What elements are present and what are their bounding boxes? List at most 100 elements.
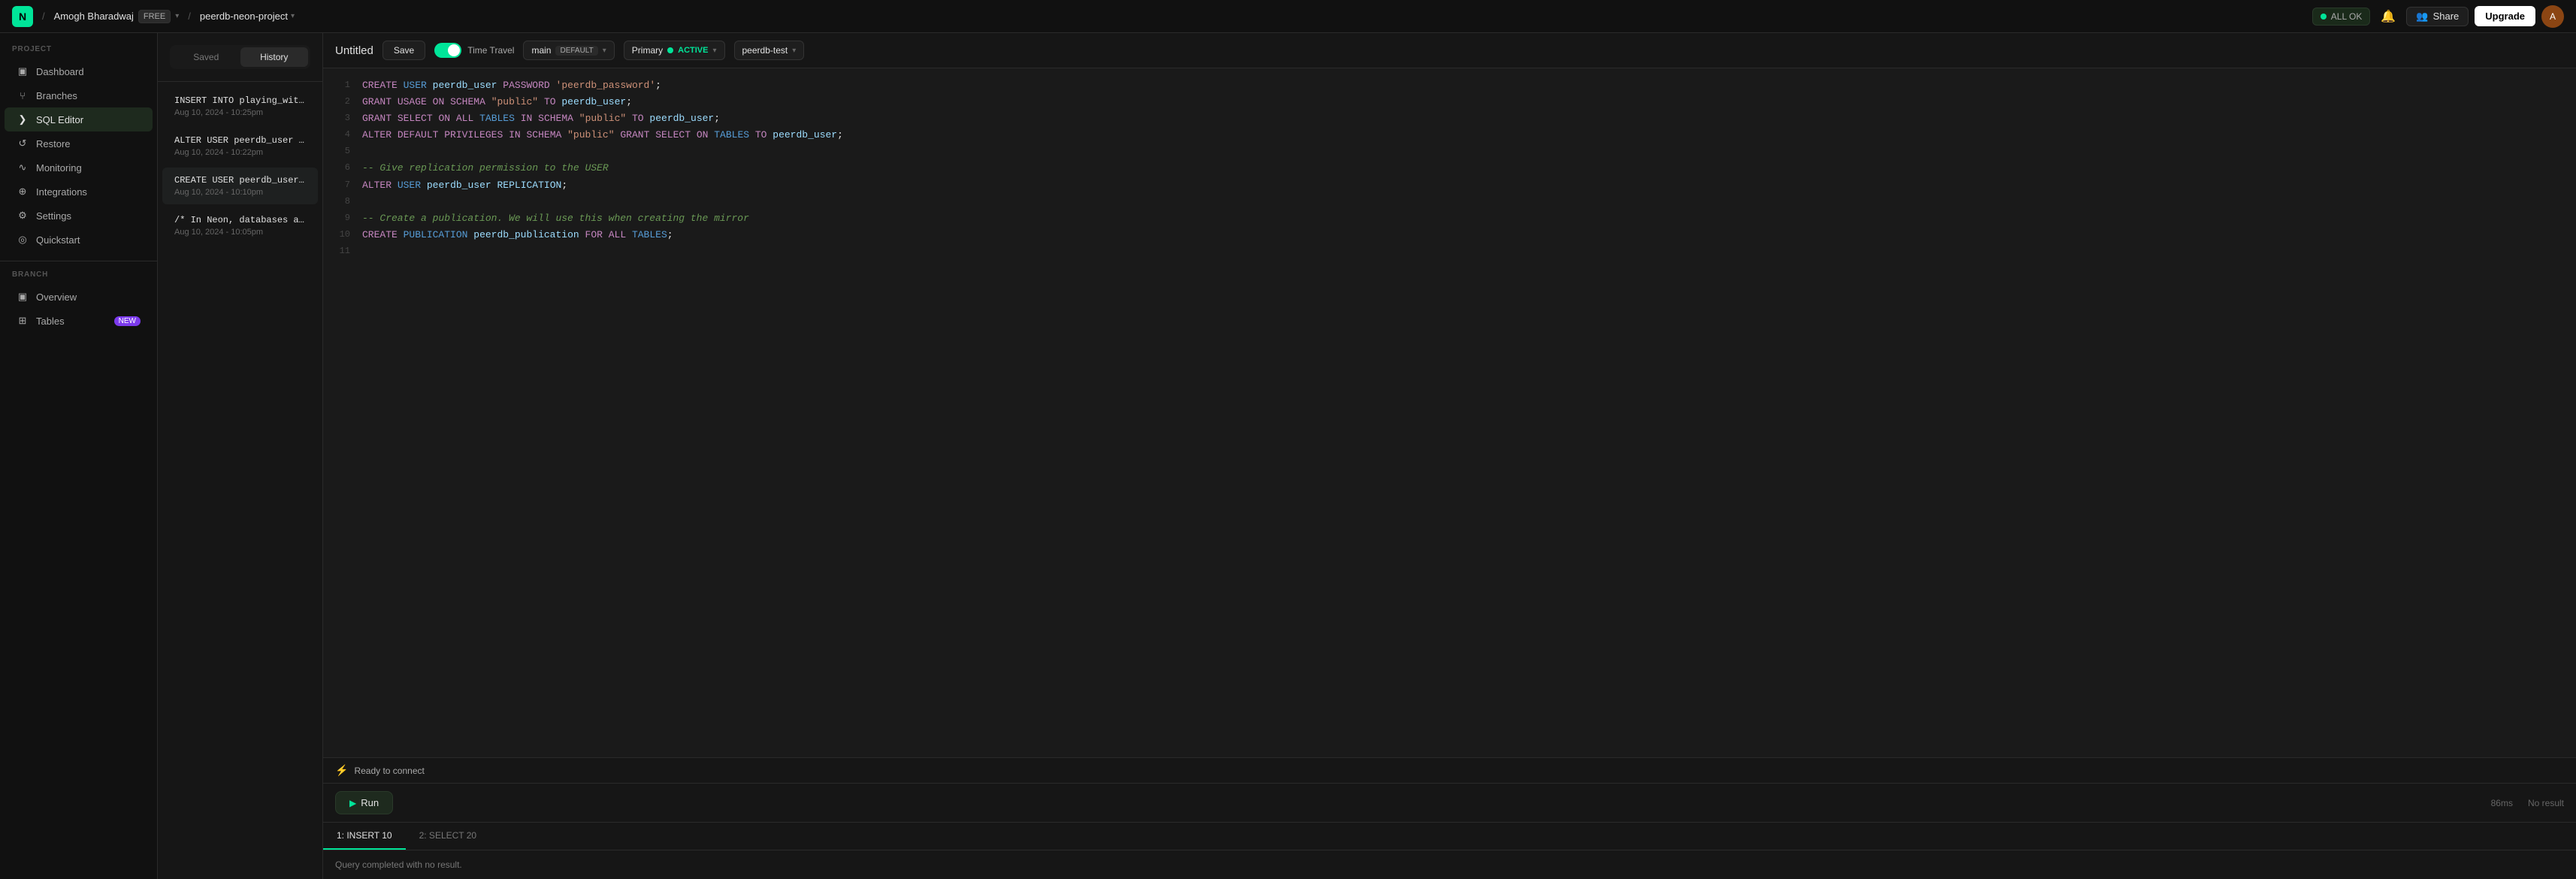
sidebar-item-tables[interactable]: ⊞ Tables NEW [5, 309, 153, 333]
database-chevron-icon: ▾ [792, 47, 796, 55]
save-button[interactable]: Save [382, 41, 425, 60]
code-content [362, 194, 2564, 210]
sidebar-item-label: Quickstart [36, 234, 80, 246]
code-line: 2 GRANT USAGE ON SCHEMA "public" TO peer… [323, 94, 2576, 110]
result-tabs: 1: INSERT 10 2: SELECT 20 Query complete… [323, 822, 2576, 879]
sidebar-item-quickstart[interactable]: ◎ Quickstart [5, 228, 153, 252]
sidebar-item-settings[interactable]: ⚙ Settings [5, 204, 153, 228]
code-line: 5 [323, 143, 2576, 160]
database-selector[interactable]: peerdb-test ▾ [734, 41, 805, 60]
compute-selector[interactable]: Primary ACTIVE ▾ [624, 41, 725, 60]
run-button[interactable]: ▶ Run [335, 791, 393, 814]
line-number: 9 [335, 210, 350, 227]
line-number: 11 [335, 243, 350, 260]
code-line: 6 -- Give replication permission to the … [323, 160, 2576, 177]
time-travel-switch[interactable] [434, 43, 461, 58]
sidebar-item-restore[interactable]: ↺ Restore [5, 131, 153, 156]
branch-section-label: BRANCH [0, 270, 157, 285]
sidebar-item-label: Monitoring [36, 162, 82, 174]
time-travel-label: Time Travel [467, 45, 514, 56]
result-tabs-header: 1: INSERT 10 2: SELECT 20 [323, 823, 2576, 850]
status-bar: ⚡ Ready to connect [323, 757, 2576, 783]
history-item-title: INSERT INTO playing_wit... [174, 95, 306, 106]
project-selector[interactable]: peerdb-neon-project ▾ [200, 11, 295, 22]
code-content: GRANT SELECT ON ALL TABLES IN SCHEMA "pu… [362, 110, 2564, 127]
user-plan-badge: FREE [138, 10, 171, 23]
line-number: 10 [335, 227, 350, 243]
main-editor: Untitled Save Time Travel main DEFAULT ▾… [323, 33, 2576, 879]
sidebar-item-monitoring[interactable]: ∿ Monitoring [5, 156, 153, 180]
run-panel: ▶ Run 86ms No result [323, 783, 2576, 822]
history-item-title: CREATE USER peerdb_user... [174, 175, 306, 186]
compute-name: Primary [632, 45, 663, 56]
sql-editor-icon: ❯ [17, 113, 29, 125]
sidebar-item-label: SQL Editor [36, 114, 83, 125]
sidebar: PROJECT ▣ Dashboard ⑂ Branches ❯ SQL Edi… [0, 33, 158, 879]
result-tab-select[interactable]: 2: SELECT 20 [406, 823, 491, 850]
sidebar-item-label: Overview [36, 291, 77, 303]
history-items: INSERT INTO playing_wit... Aug 10, 2024 … [158, 82, 322, 879]
dashboard-icon: ▣ [17, 65, 29, 77]
line-number: 5 [335, 143, 350, 160]
code-content: ALTER DEFAULT PRIVILEGES IN SCHEMA "publ… [362, 127, 2564, 143]
code-line: 3 GRANT SELECT ON ALL TABLES IN SCHEMA "… [323, 110, 2576, 127]
compute-active-dot [667, 47, 673, 53]
sidebar-item-label: Dashboard [36, 66, 84, 77]
code-content [362, 143, 2564, 160]
sidebar-item-dashboard[interactable]: ▣ Dashboard [5, 59, 153, 83]
run-time: 86ms [2491, 798, 2513, 808]
share-button[interactable]: 👥 Share [2406, 7, 2469, 26]
history-item[interactable]: /* In Neon, databases a... Aug 10, 2024 … [162, 207, 318, 244]
query-result-text: Query completed with no result. [335, 859, 462, 870]
sidebar-item-label: Branches [36, 90, 77, 101]
tab-history[interactable]: History [240, 47, 309, 67]
tab-saved[interactable]: Saved [172, 47, 240, 67]
sidebar-item-overview[interactable]: ▣ Overview [5, 285, 153, 309]
line-number: 2 [335, 94, 350, 110]
user-chevron-icon: ▾ [175, 12, 179, 20]
history-item-date: Aug 10, 2024 - 10:10pm [174, 188, 306, 197]
code-editor[interactable]: 1 CREATE USER peerdb_user PASSWORD 'peer… [323, 68, 2576, 757]
user-menu[interactable]: Amogh Bharadwaj FREE ▾ [54, 10, 180, 23]
tables-new-badge: NEW [114, 316, 141, 326]
monitoring-icon: ∿ [17, 162, 29, 174]
history-item-title: ALTER USER peerdb_user ... [174, 135, 306, 146]
restore-icon: ↺ [17, 137, 29, 150]
line-number: 4 [335, 127, 350, 143]
code-line: 8 [323, 194, 2576, 210]
history-item[interactable]: ALTER USER peerdb_user ... Aug 10, 2024 … [162, 128, 318, 165]
sidebar-item-integrations[interactable]: ⊕ Integrations [5, 180, 153, 204]
notifications-button[interactable]: 🔔 [2376, 5, 2400, 29]
app-logo: N [12, 6, 33, 27]
code-line: 11 [323, 243, 2576, 260]
settings-icon: ⚙ [17, 210, 29, 222]
sidebar-item-branches[interactable]: ⑂ Branches [5, 83, 153, 107]
branches-icon: ⑂ [17, 89, 29, 101]
history-item[interactable]: INSERT INTO playing_wit... Aug 10, 2024 … [162, 88, 318, 125]
project-section-label: PROJECT [0, 45, 157, 59]
branch-selector[interactable]: main DEFAULT ▾ [523, 41, 614, 60]
line-number: 6 [335, 160, 350, 177]
sidebar-item-label: Tables [36, 316, 65, 327]
editor-toolbar: Untitled Save Time Travel main DEFAULT ▾… [323, 33, 2576, 68]
nav-separator-2: / [188, 11, 191, 22]
tables-icon: ⊞ [17, 315, 29, 327]
run-result: No result [2528, 798, 2564, 808]
run-label: Run [361, 797, 379, 808]
project-chevron-icon: ▾ [291, 12, 295, 20]
history-item[interactable]: CREATE USER peerdb_user... Aug 10, 2024 … [162, 168, 318, 204]
code-line: 7 ALTER USER peerdb_user REPLICATION; [323, 177, 2576, 194]
code-content: GRANT USAGE ON SCHEMA "public" TO peerdb… [362, 94, 2564, 110]
avatar[interactable]: A [2541, 5, 2564, 28]
sidebar-item-label: Restore [36, 138, 71, 150]
sidebar-item-label: Settings [36, 210, 71, 222]
upgrade-button[interactable]: Upgrade [2475, 6, 2535, 26]
branch-badge: DEFAULT [555, 46, 597, 56]
time-travel-toggle: Time Travel [434, 43, 514, 58]
code-line: 10 CREATE PUBLICATION peerdb_publication… [323, 227, 2576, 243]
share-icon: 👥 [2416, 11, 2428, 23]
sidebar-item-sql-editor[interactable]: ❯ SQL Editor [5, 107, 153, 131]
status-text: ALL OK [2331, 11, 2363, 22]
line-number: 8 [335, 194, 350, 210]
result-tab-insert[interactable]: 1: INSERT 10 [323, 823, 406, 850]
